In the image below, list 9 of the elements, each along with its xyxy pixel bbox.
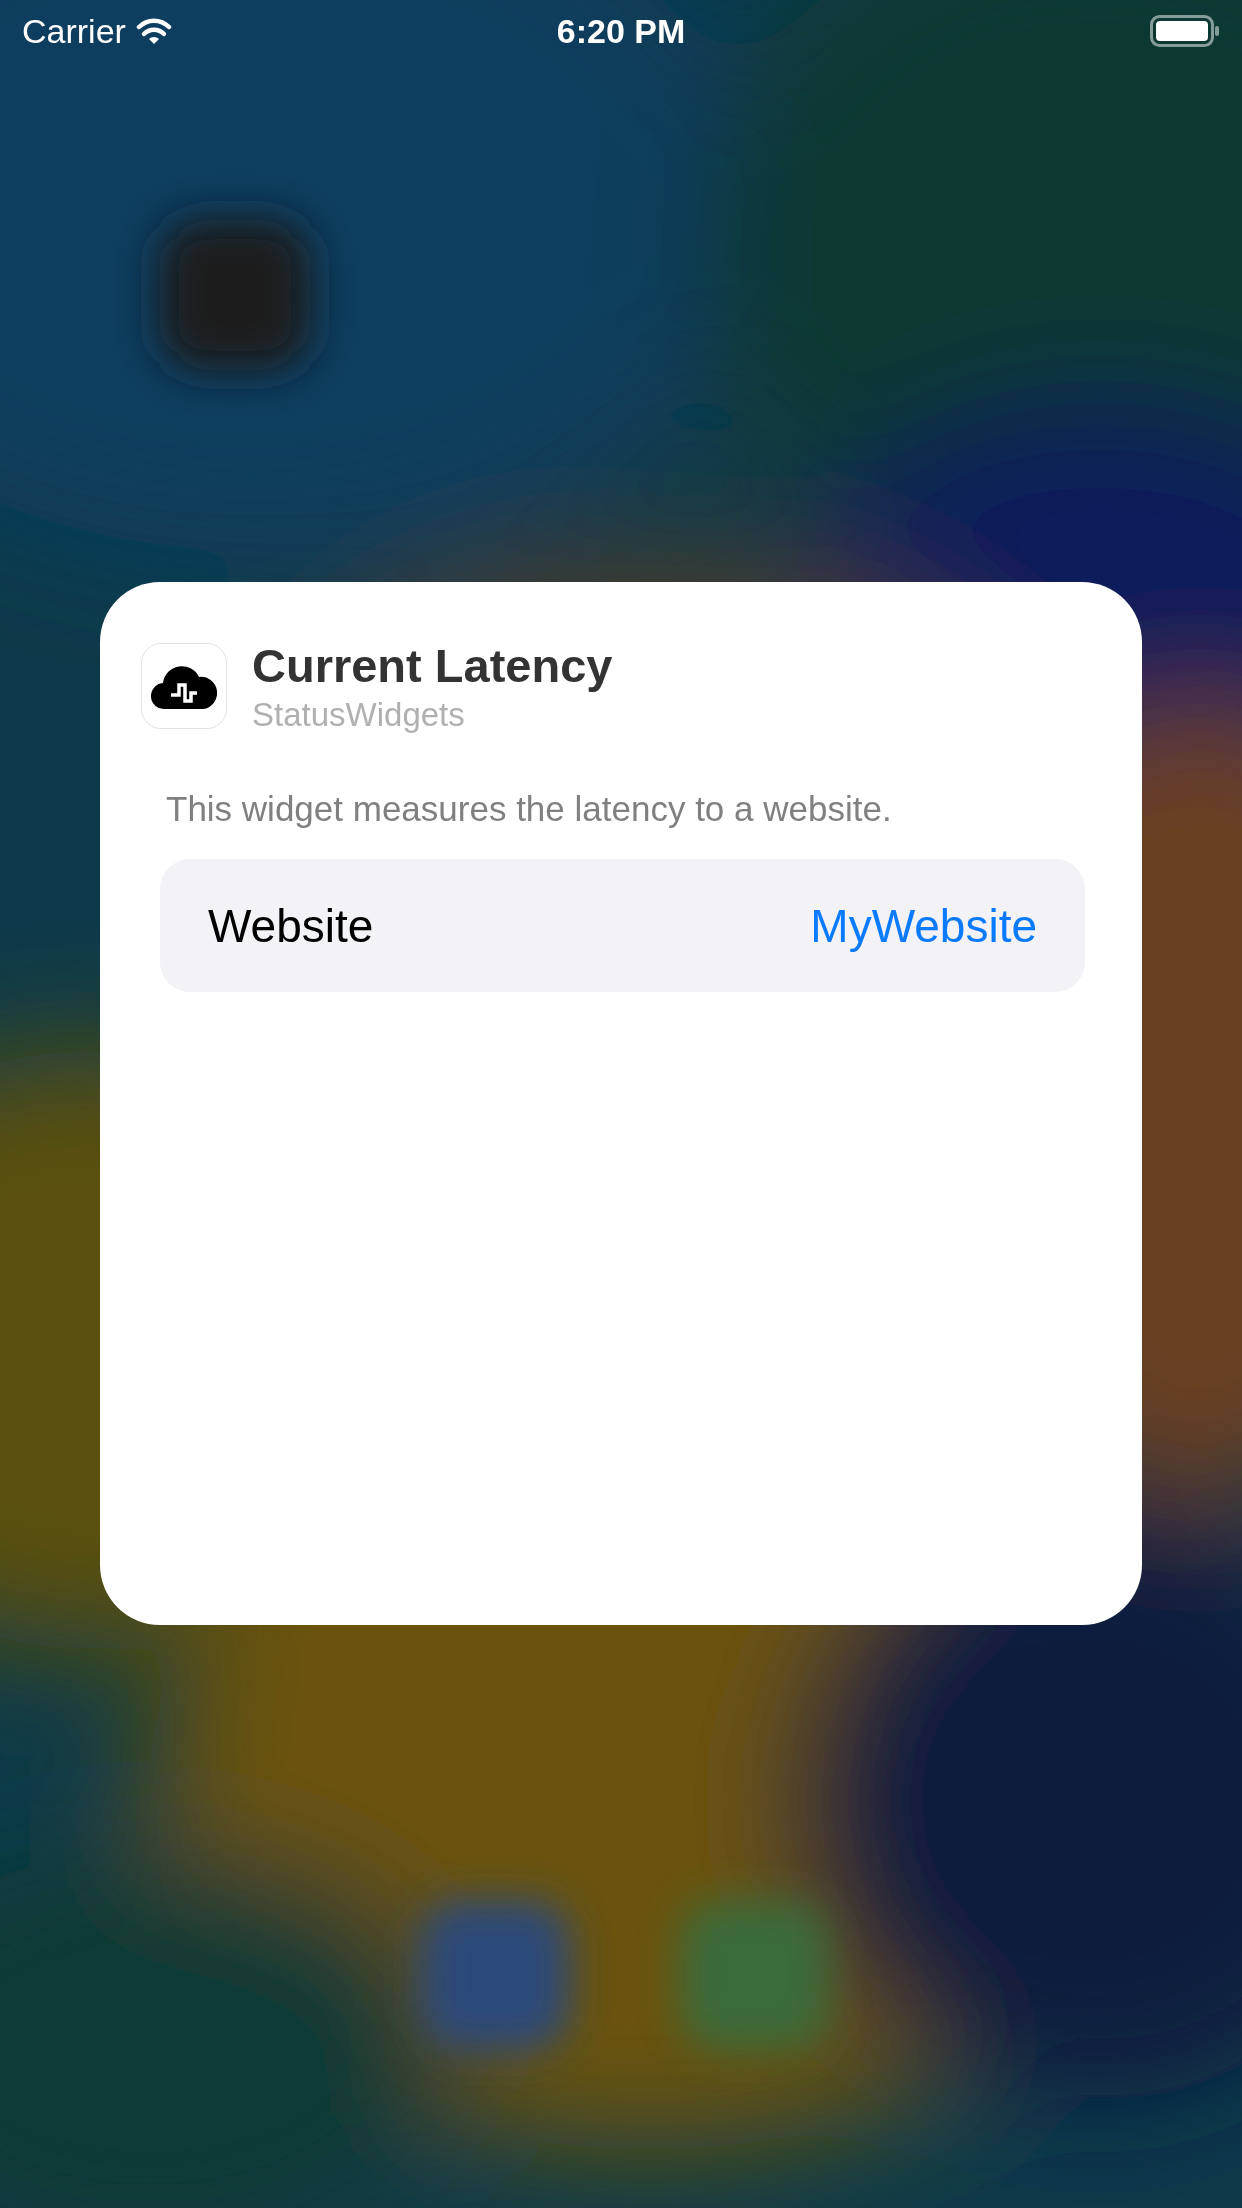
app-icon: [141, 643, 227, 729]
widget-title: Current Latency: [252, 638, 613, 694]
clock-time: 6:20 PM: [556, 11, 686, 51]
parameter-row[interactable]: Website MyWebsite: [160, 859, 1085, 992]
wifi-icon: [135, 16, 172, 46]
carrier-name: Carrier: [22, 11, 126, 51]
app-name: StatusWidgets: [252, 695, 466, 735]
widget-description: This widget measures the latency to a website.: [166, 789, 893, 829]
battery-icon: [1150, 15, 1220, 47]
